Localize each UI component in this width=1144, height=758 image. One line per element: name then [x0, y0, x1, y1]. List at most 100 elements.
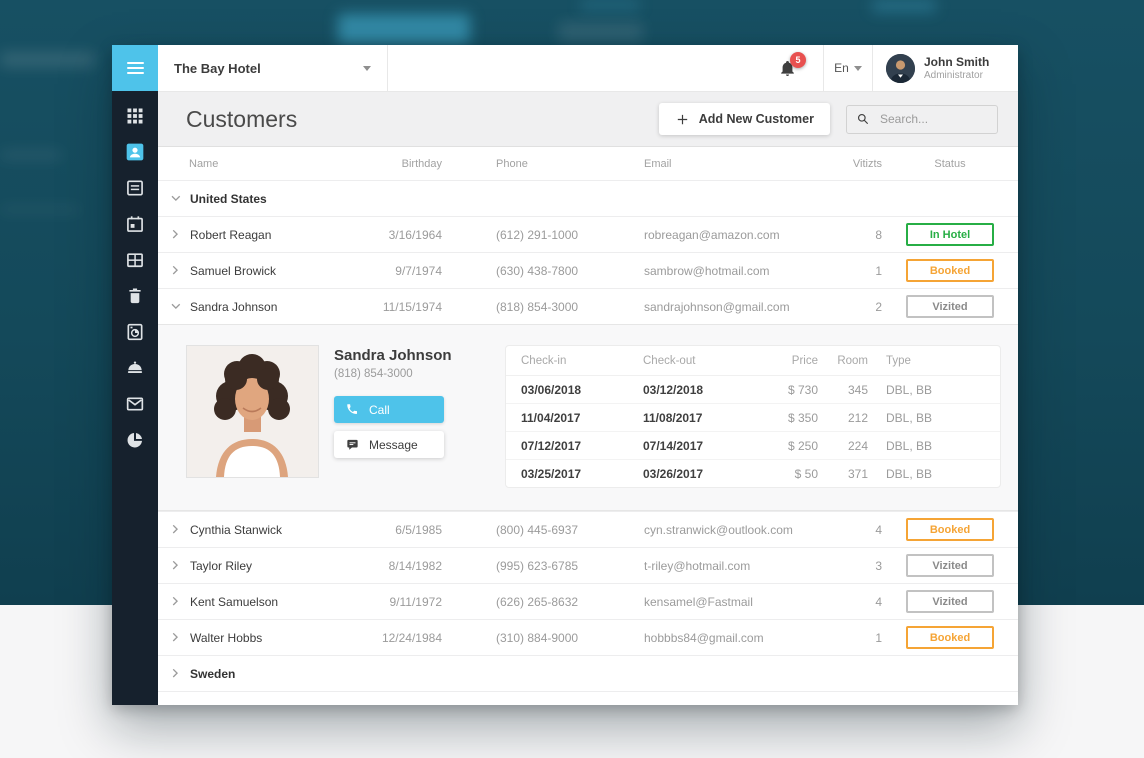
- customer-birthday: 3/16/1964: [342, 228, 442, 242]
- table-row[interactable]: Kent Samuelson 9/11/1972 (626) 265-8632 …: [158, 583, 1018, 619]
- customer-name: Cynthia Stanwick: [190, 523, 282, 537]
- chevron-down-icon: [171, 193, 179, 205]
- sidebar-item-service[interactable]: [124, 357, 146, 379]
- search-box[interactable]: [846, 105, 998, 134]
- topbar: The Bay Hotel 5 En John Smith Admini: [158, 45, 1018, 92]
- chevron-right-icon[interactable]: [171, 632, 179, 644]
- column-header-phone: Phone: [442, 158, 644, 170]
- plus-icon: [675, 112, 690, 127]
- group-row-germany[interactable]: Germany: [158, 691, 1018, 705]
- chevron-down-icon[interactable]: [171, 301, 179, 313]
- customer-visits: 1: [822, 264, 882, 278]
- add-new-customer-button[interactable]: Add New Customer: [659, 103, 830, 135]
- hotel-selector[interactable]: The Bay Hotel: [158, 45, 388, 91]
- chevron-down-icon: [363, 66, 371, 71]
- group-label: Sweden: [190, 667, 235, 681]
- status-badge[interactable]: Vizited: [906, 554, 994, 577]
- chevron-right-icon[interactable]: [171, 229, 179, 241]
- customer-email: sandrajohnson@gmail.com: [644, 300, 822, 314]
- customer-name-cell: Walter Hobbs: [158, 631, 342, 645]
- status-badge[interactable]: Booked: [906, 259, 994, 282]
- backdrop-blur-shape: [580, 0, 640, 10]
- sidebar-item-rooms[interactable]: [124, 249, 146, 271]
- customer-name-cell: Sandra Johnson: [158, 300, 342, 314]
- sidebar-item-trash[interactable]: [124, 285, 146, 307]
- call-button[interactable]: Call: [334, 396, 444, 423]
- customer-visits: 2: [822, 300, 882, 314]
- table-row-expanded[interactable]: Sandra Johnson 11/15/1974 (818) 854-3000…: [158, 288, 1018, 324]
- main-area: The Bay Hotel 5 En John Smith Admini: [158, 45, 1018, 705]
- stay-type: DBL, BB: [868, 411, 985, 425]
- status-badge[interactable]: Vizited: [906, 590, 994, 613]
- list-icon: [125, 178, 145, 198]
- customer-birthday: 6/5/1985: [342, 523, 442, 537]
- user-text: John Smith Administrator: [924, 55, 989, 82]
- column-header-email: Email: [644, 158, 822, 170]
- service-bell-icon: [125, 358, 145, 378]
- table-row[interactable]: Cynthia Stanwick 6/5/1985 (800) 445-6937…: [158, 511, 1018, 547]
- sidebar-item-customers-active[interactable]: [124, 141, 146, 163]
- detail-customer-phone: (818) 854-3000: [334, 368, 487, 380]
- apps-grid-icon: [125, 106, 145, 126]
- user-menu[interactable]: John Smith Administrator: [873, 45, 1018, 91]
- hamburger-menu-button[interactable]: [112, 45, 158, 91]
- chevron-down-icon: [854, 66, 862, 71]
- stays-col-checkout: Check-out: [643, 355, 743, 367]
- customer-phone: (995) 623-6785: [442, 559, 644, 573]
- column-header-visits: Vitizts: [822, 158, 882, 170]
- stay-type: DBL, BB: [868, 439, 985, 453]
- sidebar-item-apps[interactable]: [124, 105, 146, 127]
- sidebar-item-calendar[interactable]: [124, 213, 146, 235]
- customer-name: Taylor Riley: [190, 559, 252, 573]
- status-badge[interactable]: In Hotel: [906, 223, 994, 246]
- column-header-status: Status: [882, 158, 1018, 170]
- chevron-right-icon[interactable]: [171, 524, 179, 536]
- stay-checkout: 07/14/2017: [643, 439, 743, 453]
- rooms-icon: [125, 250, 145, 270]
- customer-name: Sandra Johnson: [190, 300, 277, 314]
- sidebar-item-reports[interactable]: [124, 429, 146, 451]
- page-header: Customers Add New Customer: [158, 92, 1018, 147]
- language-selector[interactable]: En: [824, 45, 872, 91]
- chevron-right-icon[interactable]: [171, 560, 179, 572]
- add-button-label: Add New Customer: [699, 112, 814, 126]
- stay-type: DBL, BB: [868, 467, 985, 481]
- table-row[interactable]: Samuel Browick 9/7/1974 (630) 438-7800 s…: [158, 252, 1018, 288]
- sidebar-item-laundry[interactable]: [124, 321, 146, 343]
- stay-price: $ 50: [743, 467, 818, 481]
- table-row[interactable]: Taylor Riley 8/14/1982 (995) 623-6785 t-…: [158, 547, 1018, 583]
- notifications-button[interactable]: 5: [751, 45, 823, 91]
- customer-birthday: 11/15/1974: [342, 300, 442, 314]
- search-input[interactable]: [878, 111, 988, 127]
- customer-email: sambrow@hotmail.com: [644, 264, 822, 278]
- chevron-right-icon[interactable]: [171, 596, 179, 608]
- stay-checkin: 07/12/2017: [521, 439, 643, 453]
- status-badge[interactable]: Vizited: [906, 295, 994, 318]
- table-row[interactable]: Robert Reagan 3/16/1964 (612) 291-1000 r…: [158, 216, 1018, 252]
- group-row-united-states[interactable]: United States: [158, 180, 1018, 216]
- message-button[interactable]: Message: [334, 431, 444, 458]
- stay-room: 224: [818, 439, 868, 453]
- status-badge[interactable]: Booked: [906, 626, 994, 649]
- customer-name-cell: Samuel Browick: [158, 264, 342, 278]
- status-badge[interactable]: Booked: [906, 518, 994, 541]
- chevron-right-icon[interactable]: [171, 265, 179, 277]
- backdrop-blur-shape: [872, 0, 936, 12]
- customer-name: Robert Reagan: [190, 228, 271, 242]
- group-row-sweden[interactable]: Sweden: [158, 655, 1018, 691]
- contacts-icon: [125, 142, 145, 162]
- stay-checkout: 03/12/2018: [643, 383, 743, 397]
- table-row[interactable]: Walter Hobbs 12/24/1984 (310) 884-9000 h…: [158, 619, 1018, 655]
- phone-icon: [346, 403, 359, 416]
- sidebar-item-lists[interactable]: [124, 177, 146, 199]
- search-icon: [856, 112, 870, 126]
- sidebar-nav: [112, 91, 158, 451]
- sidebar-item-mail[interactable]: [124, 393, 146, 415]
- mail-icon: [125, 394, 145, 414]
- stay-room: 371: [818, 467, 868, 481]
- customer-birthday: 8/14/1982: [342, 559, 442, 573]
- user-role: Administrator: [924, 70, 989, 81]
- stay-row: 03/25/2017 03/26/2017 $ 50 371 DBL, BB: [506, 460, 1000, 487]
- column-header-name: Name: [158, 158, 342, 170]
- customer-phone: (818) 854-3000: [442, 300, 644, 314]
